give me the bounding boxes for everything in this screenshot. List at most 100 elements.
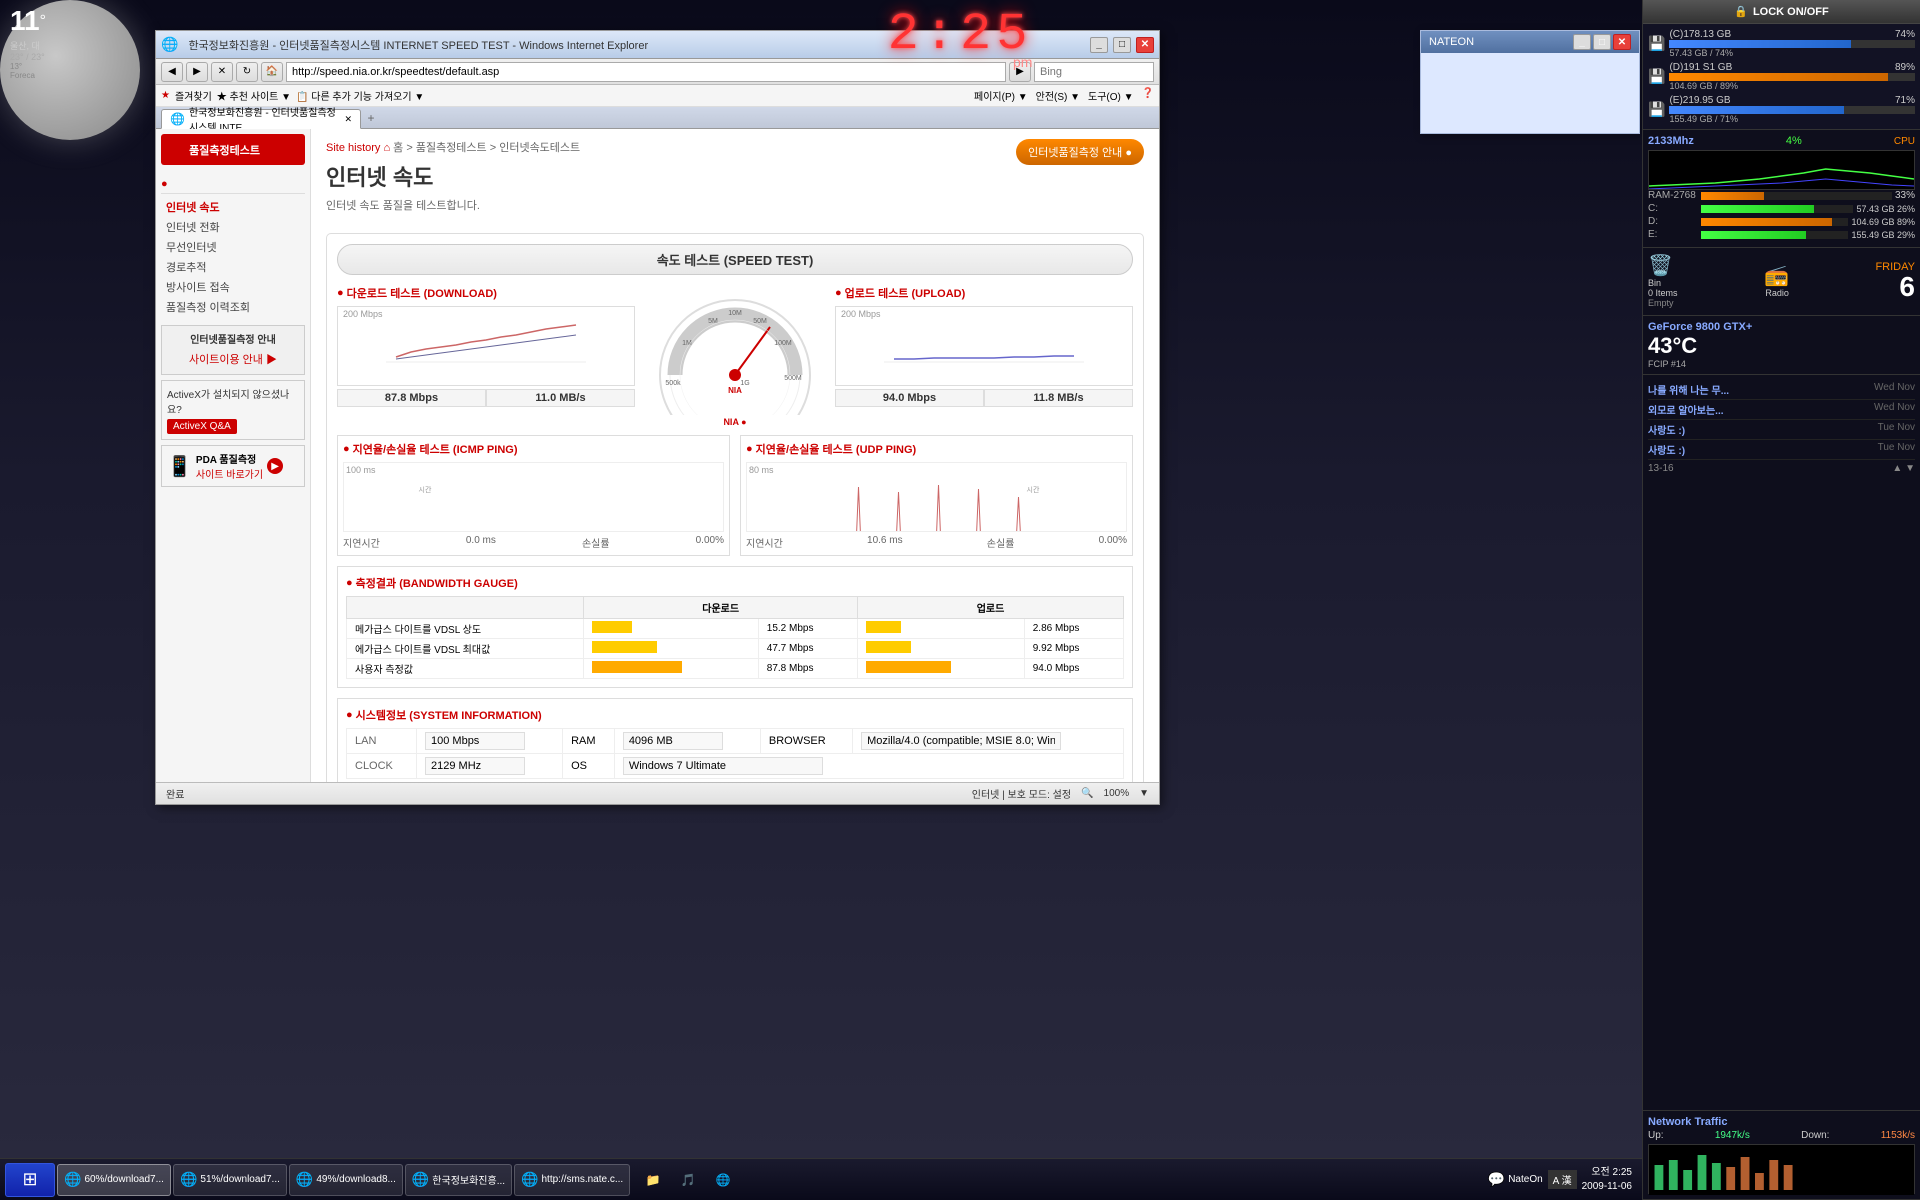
- main-content: Site history ⌂ 홈 > 품질측정테스트 > 인터넷속도테스트 인터…: [311, 129, 1159, 782]
- taskbar-folder[interactable]: 📁: [637, 1164, 669, 1196]
- tab-close[interactable]: ✕: [344, 114, 352, 125]
- taskbar-btn-5[interactable]: 🌐 http://sms.nate.c...: [514, 1164, 630, 1196]
- weather-unit: °: [40, 13, 46, 30]
- cpu-title: CPU: [1894, 136, 1915, 147]
- nateon-panel: NATEON _ □ ✕: [1420, 30, 1640, 134]
- icmp-delay: 0.0 ms: [466, 535, 496, 550]
- add-features[interactable]: 📋 다른 추가 기능 가져오기 ▼: [296, 88, 424, 103]
- svg-text:500k: 500k: [665, 380, 681, 387]
- drive-e-label: (E)219.95 GB 71%: [1669, 95, 1915, 106]
- ram-pct: 33%: [1895, 190, 1915, 201]
- sysinfo-ram-input: [623, 732, 723, 750]
- svg-text:5M: 5M: [708, 318, 718, 325]
- drive-e-bar-container: [1669, 106, 1915, 114]
- svg-text:시간: 시간: [1027, 485, 1040, 494]
- bw-row-2-label: 에가급스 다이트를 VDSL 최대값: [347, 639, 584, 659]
- network-stats: Up: 1947k/s Down: 1153k/s: [1648, 1130, 1915, 1141]
- msg-3-time: Tue Nov: [1878, 422, 1915, 433]
- bw-row-3-ul-bar: [858, 659, 1025, 679]
- lock-button[interactable]: 🔒 LOCK ON/OFF: [1643, 0, 1920, 24]
- speedometer-section: 500k 1M 5M 10M 50M 100M 500M 1G: [645, 285, 825, 427]
- browser-close[interactable]: ✕: [1136, 37, 1154, 53]
- taskbar-btn-2-icon: 🌐: [180, 1171, 197, 1188]
- nateon-close[interactable]: ✕: [1613, 34, 1631, 50]
- icmp-loss-label: 손실률: [582, 535, 610, 550]
- help-menu[interactable]: ❓: [1142, 88, 1154, 103]
- sysinfo-row-1: LAN RAM BROWSER: [347, 729, 1124, 754]
- bw-row-3-ul-val: 94.0 Mbps: [1024, 659, 1123, 679]
- msg-page-num: 13-16: [1648, 463, 1674, 474]
- drive-c-detail: 57.43 GB / 74%: [1669, 48, 1915, 58]
- home-button[interactable]: 🏠: [261, 62, 283, 82]
- udp-section: 지연율/손실율 테스트 (UDP PING) 80 ms 시간: [740, 435, 1133, 556]
- nateon-tray[interactable]: 💬 NateOn: [1488, 1171, 1543, 1188]
- udp-graph: 80 ms 시간: [746, 462, 1127, 532]
- refresh-button[interactable]: ↻: [236, 62, 258, 82]
- nav-internet-speed[interactable]: 인터넷 속도: [161, 197, 305, 217]
- ime-indicator[interactable]: A 漢: [1548, 1170, 1577, 1189]
- start-button[interactable]: ⊞: [5, 1163, 55, 1197]
- nav-wireless[interactable]: 무선인터넷: [161, 237, 305, 257]
- drive-c-bar: [1669, 40, 1851, 48]
- activex-link[interactable]: ActiveX Q&A: [167, 419, 237, 434]
- taskbar-btn-4[interactable]: 🌐 한국정보화진흥...: [405, 1164, 512, 1196]
- browser-maximize[interactable]: □: [1113, 37, 1131, 53]
- status-text: 완료: [166, 786, 962, 801]
- recycle-label: Bin: [1648, 278, 1678, 288]
- back-button[interactable]: ◀: [161, 62, 183, 82]
- nav-banner-link[interactable]: 사이트이용 안내 ▶: [167, 349, 299, 369]
- svg-text:100M: 100M: [774, 340, 792, 347]
- nav-internet-phone[interactable]: 인터넷 전화: [161, 217, 305, 237]
- sysinfo-clock-label: CLOCK: [347, 754, 417, 779]
- sysinfo-section: 시스템정보 (SYSTEM INFORMATION) LAN RAM: [337, 698, 1133, 782]
- bw-row-2-dl-bar: [584, 639, 759, 659]
- cpu-stat-d: D: 104.69 GB 89%: [1648, 216, 1915, 227]
- new-tab-button[interactable]: +: [361, 108, 381, 128]
- taskbar-ie[interactable]: 🌐: [707, 1164, 739, 1196]
- taskbar-btn-2[interactable]: 🌐 51%/download7...: [173, 1164, 287, 1196]
- drive-c-icon: 💾: [1648, 35, 1665, 52]
- svg-text:시간: 시간: [419, 485, 432, 494]
- taskbar-btn-3-label: 49%/download8...: [316, 1174, 396, 1185]
- tools-menu[interactable]: 도구(O) ▼: [1088, 88, 1134, 103]
- cpu-chart: [1649, 151, 1914, 190]
- icmp-results: 지연시간 0.0 ms 손실률 0.00%: [343, 535, 724, 550]
- svg-text:10M: 10M: [728, 310, 742, 317]
- search-box[interactable]: [1034, 62, 1154, 82]
- nav-quality-history[interactable]: 품질측정 이력조회: [161, 297, 305, 317]
- network-up-val: 1947k/s: [1715, 1130, 1750, 1141]
- pda-link[interactable]: 사이트 바로가기: [196, 466, 263, 481]
- taskbar-btn-1[interactable]: 🌐 60%/download7...: [57, 1164, 171, 1196]
- ram-bar: [1701, 192, 1764, 200]
- add-favorites[interactable]: ★ 추천 사이트 ▼: [217, 88, 291, 103]
- nateon-minimize[interactable]: _: [1573, 34, 1591, 50]
- network-title: Network Traffic: [1648, 1116, 1915, 1128]
- lock-icon: 🔒: [1734, 5, 1748, 18]
- breadcrumb-text: 홈 > 품질측정테스트 > 인터넷속도테스트: [393, 142, 580, 154]
- taskbar-btn-3[interactable]: 🌐 49%/download8...: [289, 1164, 403, 1196]
- taskbar-music[interactable]: 🎵: [672, 1164, 704, 1196]
- cpu-graph: [1648, 150, 1915, 190]
- bw-row-1-dl-bar: [584, 619, 759, 639]
- browser-minimize[interactable]: _: [1090, 37, 1108, 53]
- bandwidth-title: 측정결과 (BANDWIDTH GAUGE): [346, 575, 1124, 591]
- zoom-level: 100%: [1104, 788, 1130, 799]
- logo-text: 품질측정테스트: [189, 142, 260, 158]
- nav-path-trace[interactable]: 경로추적: [161, 257, 305, 277]
- c-label: C:: [1648, 203, 1698, 214]
- drive-c-bar-container: [1669, 40, 1915, 48]
- active-tab[interactable]: 🌐 한국정보화진흥원 - 인터넷품질측정시스템 INTE... ✕: [161, 109, 361, 129]
- ram-label: RAM-2768: [1648, 190, 1698, 201]
- bandwidth-section: 측정결과 (BANDWIDTH GAUGE) 다운로드 업로드: [337, 566, 1133, 688]
- forward-button[interactable]: ▶: [186, 62, 208, 82]
- favorites-label[interactable]: 즐겨찾기: [175, 88, 212, 103]
- nateon-maximize[interactable]: □: [1593, 34, 1611, 50]
- page-menu[interactable]: 페이지(P) ▼: [974, 88, 1028, 103]
- safety-menu[interactable]: 안전(S) ▼: [1036, 88, 1080, 103]
- stop-button[interactable]: ✕: [211, 62, 233, 82]
- info-button[interactable]: 인터넷품질측정 안내 ●: [1016, 139, 1144, 165]
- nav-site-access[interactable]: 방사이트 접속: [161, 277, 305, 297]
- network-down-val: 1153k/s: [1881, 1130, 1915, 1141]
- download-section: 다운로드 테스트 (DOWNLOAD) 200 Mbps: [337, 285, 635, 427]
- bw-row-2-ul-bar: [858, 639, 1025, 659]
